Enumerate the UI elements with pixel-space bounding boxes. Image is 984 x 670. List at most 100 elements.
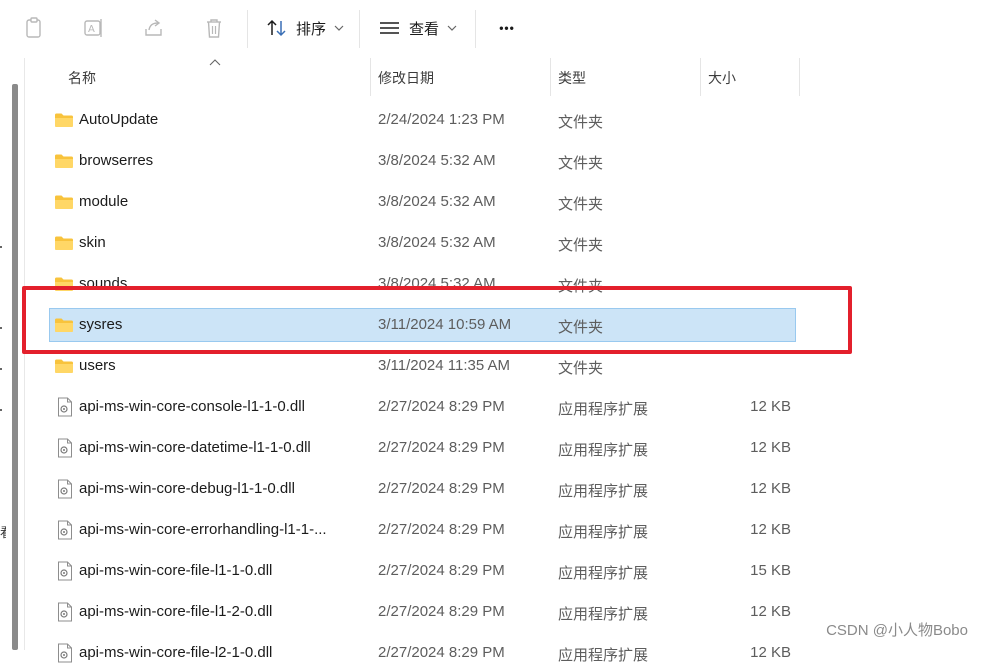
file-type: 应用程序扩展	[558, 442, 649, 459]
header-type[interactable]: 类型	[558, 68, 586, 88]
dll-file-icon	[57, 561, 73, 581]
folder-icon	[54, 235, 74, 251]
file-type: 文件夹	[558, 319, 604, 336]
file-date-modified: 2/27/2024 8:29 PM	[378, 480, 505, 497]
file-size: 12 KB	[750, 521, 791, 538]
file-date-modified: 2/24/2024 1:23 PM	[378, 111, 505, 128]
file-row[interactable]: sounds 3/8/2024 5:32 AM 文件夹	[49, 267, 796, 301]
file-name: api-ms-win-core-file-l2-1-0.dll	[79, 644, 273, 661]
folder-icon	[54, 112, 74, 128]
file-date-modified: 3/8/2024 5:32 AM	[378, 275, 496, 292]
file-size: 12 KB	[750, 644, 791, 661]
column-resizer[interactable]	[799, 58, 800, 96]
nav-pane-marker	[0, 327, 2, 329]
file-row[interactable]: api-ms-win-core-console-l1-1-0.dll 2/27/2…	[49, 390, 796, 424]
file-row[interactable]: api-ms-win-core-errorhandling-l1-1-... 2/…	[49, 513, 796, 547]
file-date-modified: 2/27/2024 8:29 PM	[378, 644, 505, 661]
share-icon[interactable]	[142, 14, 166, 42]
column-resizer[interactable]	[550, 58, 551, 96]
file-size: 15 KB	[750, 562, 791, 579]
file-row[interactable]: api-ms-win-core-datetime-l1-1-0.dll 2/27/…	[49, 431, 796, 465]
toolbar-separator	[359, 10, 360, 48]
header-date-modified[interactable]: 修改日期	[378, 68, 434, 88]
rename-icon[interactable]: A	[82, 14, 106, 42]
copy-icon[interactable]	[22, 14, 46, 42]
file-name: users	[79, 357, 116, 374]
nav-pane-marker	[0, 368, 2, 370]
view-button[interactable]: 查看	[379, 14, 457, 42]
more-options-button[interactable]: •••	[494, 14, 520, 42]
column-resizer[interactable]	[370, 58, 371, 96]
folder-icon	[54, 358, 74, 374]
file-name: sounds	[79, 275, 128, 292]
column-header: 名称 修改日期 类型 大小	[25, 58, 984, 96]
file-row[interactable]: api-ms-win-core-file-l1-1-0.dll 2/27/2024…	[49, 554, 796, 588]
dll-file-icon	[57, 520, 73, 540]
file-row[interactable]: api-ms-win-core-file-l2-1-0.dll 2/27/2024…	[49, 636, 796, 670]
dll-file-icon	[57, 602, 73, 622]
more-options-icon: •••	[499, 21, 515, 35]
file-size: 12 KB	[750, 439, 791, 456]
file-name: browserres	[79, 152, 154, 169]
nav-pane-marker	[0, 246, 2, 248]
dll-file-icon	[57, 397, 73, 417]
file-name: AutoUpdate	[79, 111, 159, 128]
file-row-selected[interactable]: sysres 3/11/2024 10:59 AM 文件夹	[49, 308, 796, 342]
folder-icon	[54, 276, 74, 292]
folder-icon	[54, 153, 74, 169]
file-date-modified: 3/8/2024 5:32 AM	[378, 152, 496, 169]
file-type: 应用程序扩展	[558, 401, 649, 418]
file-name: api-ms-win-core-file-l1-2-0.dll	[79, 603, 273, 620]
file-row[interactable]: module 3/8/2024 5:32 AM 文件夹	[49, 185, 796, 219]
file-date-modified: 2/27/2024 8:29 PM	[378, 398, 505, 415]
file-name: skin	[79, 234, 106, 251]
file-date-modified: 3/8/2024 5:32 AM	[378, 193, 496, 210]
command-bar: A 排序 查看 •••	[0, 0, 984, 58]
sort-ascending-icon	[209, 58, 221, 70]
file-name: api-ms-win-core-console-l1-1-0.dll	[79, 398, 305, 415]
file-type: 文件夹	[558, 360, 604, 377]
toolbar-separator	[247, 10, 248, 48]
file-type: 文件夹	[558, 196, 604, 213]
file-row[interactable]: browserres 3/8/2024 5:32 AM 文件夹	[49, 144, 796, 178]
navigation-pane-scrollbar[interactable]	[12, 84, 18, 650]
file-row[interactable]: AutoUpdate 2/24/2024 1:23 PM 文件夹	[49, 103, 796, 137]
file-type: 应用程序扩展	[558, 565, 649, 582]
chevron-down-icon	[447, 25, 457, 31]
dll-file-icon	[57, 438, 73, 458]
view-label: 查看	[409, 20, 440, 38]
nav-pane-label-fragment: 看	[0, 522, 6, 541]
pane-divider[interactable]	[24, 58, 25, 650]
file-name: api-ms-win-core-errorhandling-l1-1-...	[79, 521, 327, 538]
file-size: 12 KB	[750, 603, 791, 620]
file-date-modified: 2/27/2024 8:29 PM	[378, 439, 505, 456]
file-row[interactable]: users 3/11/2024 11:35 AM 文件夹	[49, 349, 796, 383]
sort-label: 排序	[296, 20, 327, 38]
file-type: 文件夹	[558, 155, 604, 172]
sort-button[interactable]: 排序	[266, 14, 344, 42]
dll-file-icon	[57, 643, 73, 663]
file-name: module	[79, 193, 129, 210]
file-type: 文件夹	[558, 237, 604, 254]
file-type: 文件夹	[558, 278, 604, 295]
delete-icon[interactable]	[202, 14, 226, 42]
sort-icon	[267, 19, 286, 37]
dll-file-icon	[57, 479, 73, 499]
file-date-modified: 2/27/2024 8:29 PM	[378, 603, 505, 620]
folder-icon	[54, 317, 74, 333]
file-date-modified: 3/8/2024 5:32 AM	[378, 234, 496, 251]
file-row[interactable]: skin 3/8/2024 5:32 AM 文件夹	[49, 226, 796, 260]
chevron-down-icon	[334, 25, 344, 31]
view-list-icon	[380, 22, 399, 34]
folder-icon	[54, 194, 74, 210]
file-date-modified: 2/27/2024 8:29 PM	[378, 521, 505, 538]
file-type: 应用程序扩展	[558, 483, 649, 500]
watermark: CSDN @小人物Bobo	[826, 622, 968, 639]
column-resizer[interactable]	[700, 58, 701, 96]
file-row[interactable]: api-ms-win-core-debug-l1-1-0.dll 2/27/202…	[49, 472, 796, 506]
header-size[interactable]: 大小	[708, 68, 736, 88]
file-name: api-ms-win-core-file-l1-1-0.dll	[79, 562, 273, 579]
header-name[interactable]: 名称	[68, 68, 96, 88]
file-name: api-ms-win-core-debug-l1-1-0.dll	[79, 480, 295, 497]
file-row[interactable]: api-ms-win-core-file-l1-2-0.dll 2/27/2024…	[49, 595, 796, 629]
